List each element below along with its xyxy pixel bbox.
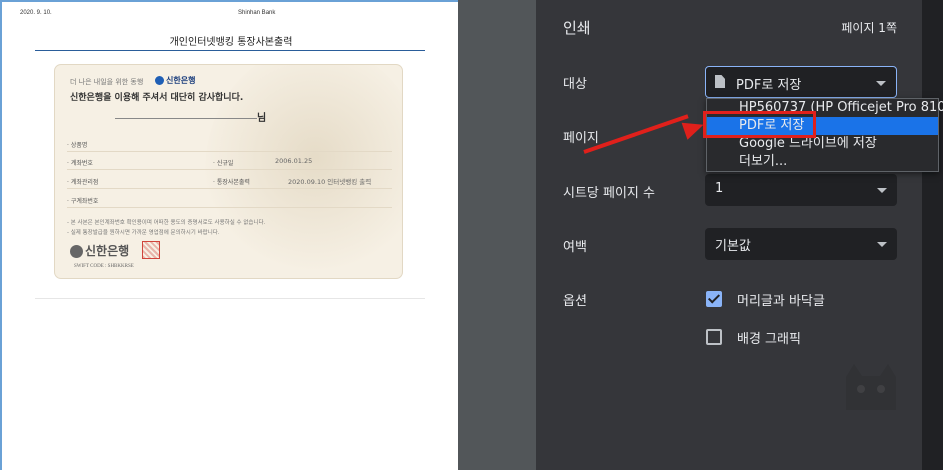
note-2: - 실제 통장발급을 원하시면 가까운 영업점에 문의하시기 바랍니다. xyxy=(67,230,220,236)
destination-label: 대상 xyxy=(563,77,587,92)
per-sheet-value: 1 xyxy=(715,181,724,196)
row-label-opened: · 신규일 xyxy=(213,160,234,167)
card-brand: 신한은행 xyxy=(155,75,195,86)
chevron-down-icon xyxy=(876,81,886,86)
row-label-account: · 계좌번호 xyxy=(67,160,93,167)
swift-code: SWIFT CODE : SHBKKRSE xyxy=(74,264,134,269)
bank-logo-icon xyxy=(155,76,164,85)
row-value-printed: 2020.09.10 인터넷뱅킹 출력 xyxy=(288,178,372,186)
scrollbar[interactable] xyxy=(922,0,943,470)
row-label-printed: · 통장사본출력 xyxy=(213,179,250,186)
row-label-product: · 상품명 xyxy=(67,142,88,149)
headers-footers-label[interactable]: 머리글과 바닥글 xyxy=(737,290,825,309)
page-count: 페이지 1쪽 xyxy=(841,21,897,35)
row-divider xyxy=(67,188,392,189)
chevron-down-icon xyxy=(877,242,887,247)
card-slogan: 더 나은 내일을 위한 동행 xyxy=(70,78,144,86)
title-divider xyxy=(35,50,425,51)
card-thanks: 신한은행을 이용해 주셔서 대단히 감사합니다. xyxy=(70,93,244,103)
note-1: - 본 사본은 본인계좌번호 확인용이며 어떠한 용도의 증명서로도 사용하실 … xyxy=(67,220,266,226)
bankbook-card: 더 나은 내일을 위한 동행 신한은행 신한은행을 이용해 주셔서 대단히 감사… xyxy=(54,64,403,279)
annotation-highlight-box xyxy=(703,111,816,138)
margin-value: 기본값 xyxy=(715,239,751,254)
row-label-branch: · 계좌관리점 xyxy=(67,179,99,186)
margin-select[interactable]: 기본값 xyxy=(705,228,897,260)
per-sheet-label: 시트당 페이지 수 xyxy=(563,186,655,201)
dialog-title: 인쇄 xyxy=(563,19,591,37)
document-icon xyxy=(715,75,725,88)
row-divider xyxy=(67,151,392,152)
page-divider xyxy=(35,298,425,299)
cat-watermark-icon xyxy=(846,364,896,410)
per-sheet-select[interactable]: 1 xyxy=(705,174,897,206)
row-divider xyxy=(67,207,392,208)
preview-page: 2020. 9. 10. Shinhan Bank 개인인터넷뱅킹 통장사본출력… xyxy=(0,0,458,470)
headers-footers-checkbox[interactable] xyxy=(706,291,722,307)
footer-brand: 신한은행 xyxy=(70,242,129,259)
bank-logo-icon xyxy=(70,245,83,258)
row-label-old-account: · 구계좌번호 xyxy=(67,198,99,205)
destination-option-more[interactable]: 더보기... xyxy=(707,153,938,171)
pages-label: 페이지 xyxy=(563,131,599,146)
seal-stamp xyxy=(142,241,160,259)
row-value-opened: 2006.01.25 xyxy=(275,157,313,165)
destination-select[interactable]: PDF로 저장 xyxy=(705,66,897,98)
background-graphics-label[interactable]: 배경 그래픽 xyxy=(737,328,801,347)
name-underline xyxy=(115,118,257,119)
name-suffix: 님 xyxy=(257,113,267,124)
page-header-bank: Shinhan Bank xyxy=(238,10,276,16)
background-graphics-checkbox[interactable] xyxy=(706,329,722,345)
margin-label: 여백 xyxy=(563,240,587,255)
page-header-date: 2020. 9. 10. xyxy=(20,10,52,16)
destination-value: PDF로 저장 xyxy=(736,78,802,93)
options-label: 옵션 xyxy=(563,294,587,309)
document-title: 개인인터넷뱅킹 통장사본출력 xyxy=(169,37,293,48)
row-divider xyxy=(67,169,392,170)
chevron-down-icon xyxy=(877,188,887,193)
